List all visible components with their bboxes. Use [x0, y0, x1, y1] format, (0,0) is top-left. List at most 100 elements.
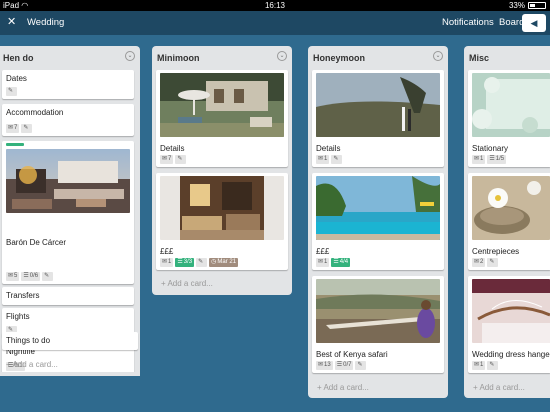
card-title: Details [160, 144, 185, 153]
battery-status: 33% [509, 0, 546, 11]
comments-badge: ✉ 1 [472, 155, 486, 164]
card-cover-image [6, 149, 130, 213]
list-title: Honeymoon [313, 53, 366, 63]
card-best-of-kenya-safari[interactable]: Best of Kenya safari ✉ 13 ☰ 0/7 ✎ [312, 276, 444, 373]
comment-icon: ✉ [318, 362, 324, 368]
comment-icon: ✉ [8, 273, 14, 279]
description-icon: ✎ [196, 258, 208, 267]
list-minimoon: Minimoon ⌄ Details ✉ 7 ✎ £££ ✉ 1 ☰ 3/3 ✎… [152, 46, 292, 295]
checklist-icon: ☰ [177, 259, 183, 265]
list-title: Misc [469, 53, 490, 63]
notifications-button[interactable]: Notifications [442, 17, 494, 28]
comments-badge: ✉ 1 [472, 361, 486, 370]
card-cover-image [160, 73, 284, 137]
card-title: Wedding dress hanger [472, 350, 550, 359]
comments-badge: ✉ 1 [316, 258, 330, 267]
card-money[interactable]: £££ ✉ 1 ☰ 3/3 ✎ ◷ Mar 21 [156, 173, 288, 270]
card-cover-image [316, 176, 440, 240]
card-centrepieces[interactable]: Centrepieces ✉ 2 ✎ [468, 173, 550, 270]
card-money[interactable]: £££ ✉ 1 ☰ 4/4 [312, 173, 444, 270]
checklist-icon: ☰ [333, 259, 339, 265]
comments-badge: ✉ 5 [6, 272, 20, 281]
checklist-icon: ☰ [336, 362, 343, 368]
comments-badge: ✉ 1 [316, 155, 330, 164]
list-hen-do-bottom [0, 372, 140, 376]
card-title: Centrepieces [472, 247, 520, 256]
comment-icon: ✉ [162, 156, 168, 162]
card-details[interactable]: Details ✉ 1 ✎ [312, 70, 444, 167]
card-title: £££ [160, 247, 174, 256]
card-title: Things to do [6, 336, 51, 345]
clock-icon: ◷ [211, 259, 217, 265]
status-bar: iPad ◠ 16:13 33% [0, 0, 550, 11]
description-icon: ✎ [6, 87, 17, 96]
due-date-badge: ◷ Mar 21 [209, 258, 239, 267]
add-card-button[interactable]: + Add a card... [6, 360, 58, 369]
card-cover-image [472, 279, 550, 343]
comment-icon: ✉ [8, 125, 14, 131]
description-icon: ✎ [175, 155, 187, 164]
add-card-button[interactable]: + Add a card... [161, 279, 213, 288]
card-title: Accommodation [6, 108, 64, 117]
description-icon: ✎ [487, 258, 499, 267]
comment-icon: ✉ [474, 259, 480, 265]
description-icon: ✎ [355, 361, 367, 370]
card-cover-image [316, 73, 440, 137]
battery-icon [528, 2, 546, 9]
card-title: Barón De Cárcer [6, 238, 67, 247]
comments-badge: ✉ 1 [160, 258, 174, 267]
card-title: Dates [6, 74, 27, 83]
list-hen-do: Hen do ⌄ Dates ✎ Accommodation ✉ 7 ✎ Bar… [0, 46, 140, 376]
list-title: Minimoon [157, 53, 200, 63]
chevron-down-icon[interactable]: ⌄ [433, 51, 443, 61]
add-card-button[interactable]: + Add a card... [473, 383, 525, 392]
card-title: £££ [316, 247, 330, 256]
checklist-badge: ☰ 1/5 [487, 155, 507, 164]
card-cover-image [160, 176, 284, 240]
comments-badge: ✉ 13 [316, 361, 333, 370]
card-cover-image [472, 73, 550, 137]
checklist-badge: ☰ 4/4 [331, 258, 351, 267]
list-honeymoon: Honeymoon ⌄ Details ✉ 1 ✎ £££ ✉ 1 ☰ 4/4 … [308, 46, 448, 398]
card-things-to-do[interactable]: Things to do [2, 332, 138, 350]
description-icon: ✎ [331, 155, 343, 164]
list-header: Misc [464, 46, 550, 68]
card-title: Transfers [6, 291, 40, 300]
checklist-badge: ☰ 0/6 [21, 272, 41, 281]
close-icon[interactable]: ✕ [7, 15, 16, 29]
card-stationary[interactable]: Stationary ✉ 1 ☰ 1/5 [468, 70, 550, 167]
board-title: Wedding [27, 17, 65, 28]
card-title: Flights [6, 312, 30, 321]
comment-icon: ✉ [162, 259, 168, 265]
board-header: ✕ Wedding Notifications Boards ◀ [0, 11, 550, 35]
list-header: Honeymoon ⌄ [308, 46, 448, 68]
card-transfers[interactable]: Transfers [2, 287, 134, 305]
card-details[interactable]: Details ✉ 7 ✎ [156, 70, 288, 167]
card-dates[interactable]: Dates ✎ [2, 70, 134, 99]
card-wedding-dress-hanger[interactable]: Wedding dress hanger ✉ 1 ✎ [468, 276, 550, 373]
card-title: Stationary [472, 144, 509, 153]
comments-badge: ✉ 7 [6, 124, 20, 133]
comment-icon: ✉ [318, 259, 324, 265]
checklist-icon: ☰ [489, 156, 495, 162]
card-title: Details [316, 144, 341, 153]
add-card-button[interactable]: + Add a card... [317, 383, 369, 392]
description-icon: ✎ [42, 272, 54, 281]
description-icon: ✎ [487, 361, 499, 370]
checklist-badge: ☰ 0/7 [334, 361, 354, 370]
chevron-down-icon[interactable]: ⌄ [125, 51, 135, 61]
card-title: Best of Kenya safari [316, 350, 388, 359]
list-misc: Misc Stationary ✉ 1 ☰ 1/5 Centrepieces ✉… [464, 46, 550, 398]
checklist-icon: ☰ [23, 273, 29, 279]
comment-icon: ✉ [474, 362, 480, 368]
card-baron-de-carcer[interactable]: Barón De Cárcer ✉ 5 ☰ 0/6 ✎ [2, 141, 134, 284]
green-label [6, 143, 24, 146]
sidebar-toggle-icon[interactable]: ◀ [522, 14, 546, 32]
card-accommodation[interactable]: Accommodation ✉ 7 ✎ [2, 104, 134, 136]
comments-badge: ✉ 7 [160, 155, 174, 164]
list-header: Minimoon ⌄ [152, 46, 292, 68]
comment-icon: ✉ [318, 156, 324, 162]
battery-percent: 33% [508, 1, 525, 10]
chevron-down-icon[interactable]: ⌄ [277, 51, 287, 61]
card-cover-image [472, 176, 550, 240]
